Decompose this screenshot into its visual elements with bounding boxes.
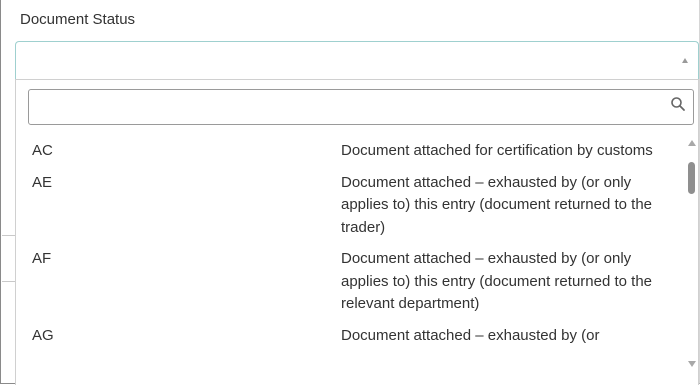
dropdown-list: AC Document attached for certification b… [15, 79, 699, 385]
option-code: AF [32, 250, 52, 267]
document-status-select[interactable] [15, 41, 699, 79]
document-status-label: Document Status [20, 11, 136, 28]
scroll-up-arrow-icon[interactable] [688, 140, 696, 146]
option-code: AE [32, 173, 53, 191]
options-list: AC Document attached for certification b… [16, 136, 684, 352]
option-ae[interactable]: AE Document attached – exhausted by (or … [16, 168, 684, 245]
scrollbar[interactable] [686, 136, 698, 385]
search-icon[interactable] [670, 96, 686, 112]
option-description: Document attached – exhausted by (or [341, 326, 600, 344]
scroll-down-arrow-icon[interactable] [688, 361, 696, 367]
option-code: AG [32, 326, 54, 344]
option-description: Document attached – exhausted by (or onl… [341, 250, 653, 312]
option-af[interactable]: AF Document attached – exhausted by (or … [16, 244, 684, 321]
chevron-up-icon[interactable] [682, 58, 688, 63]
form-panel: Document Status AC Document attached for… [0, 0, 700, 385]
option-ac[interactable]: AC Document attached for certification b… [16, 136, 684, 168]
option-code: AC [32, 142, 53, 159]
scrollbar-thumb[interactable] [688, 162, 695, 194]
search-input[interactable] [28, 89, 694, 125]
option-description: Document attached – exhausted by (or onl… [341, 173, 653, 236]
option-description: Document attached for certification by c… [341, 142, 653, 159]
option-ag[interactable]: AG Document attached – exhausted by (or [16, 321, 684, 353]
